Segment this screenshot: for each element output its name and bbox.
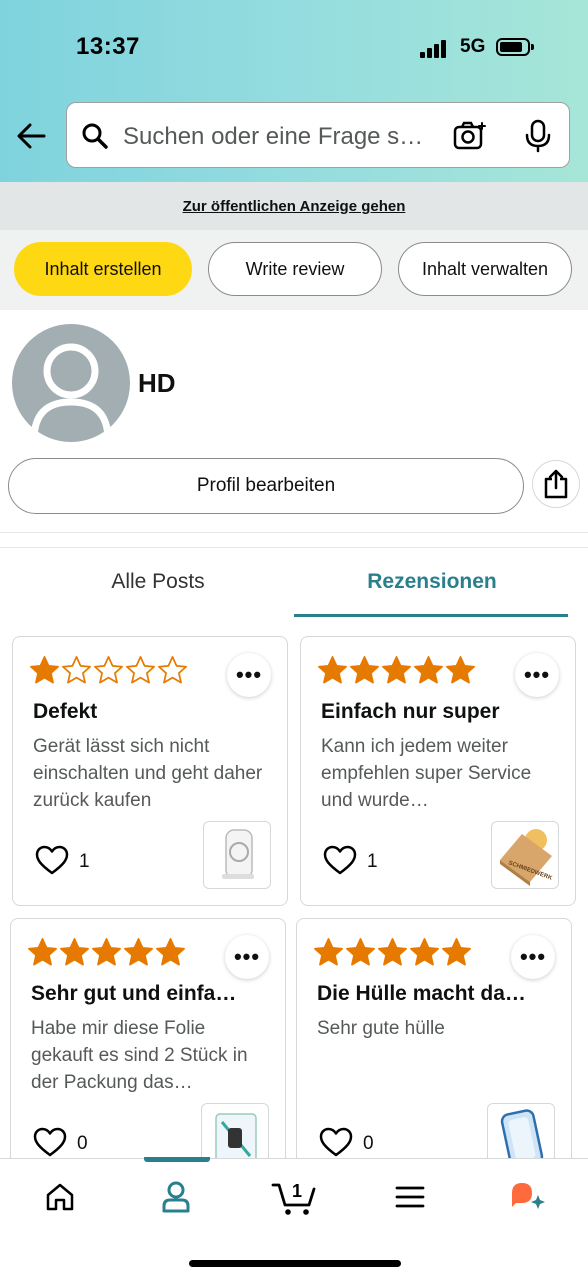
battery-icon [496,38,534,56]
avatar[interactable] [12,324,130,442]
star-filled-icon [30,656,59,684]
review-card[interactable]: ••• Die Hülle macht da… Sehr gute hülle … [296,918,572,1188]
edit-profile-button[interactable]: Profil bearbeiten [8,458,524,514]
star-empty-icon [62,656,91,684]
cart-icon: 1 [271,1181,316,1215]
like-count: 1 [79,851,90,872]
star-filled-icon [124,938,153,966]
profile-name: HD [138,368,176,398]
more-options-button[interactable]: ••• [511,935,555,979]
manage-content-button[interactable]: Inhalt verwalten [398,242,572,296]
star-filled-icon [60,938,89,966]
header: 13:37 5G Suchen oder eine Frage s… [0,0,588,182]
review-title: Die Hülle macht da… [317,982,526,1005]
heart-icon[interactable] [35,845,69,875]
tab-all-posts[interactable]: Alle Posts [0,570,316,594]
review-text: Kann ich jedem weiter empfehlen super Se… [321,736,532,811]
avatar-placeholder-icon [30,343,112,441]
public-view-bar: Zur öffentlichen Anzeige gehen [0,182,588,230]
star-empty-icon [158,656,187,684]
share-icon [544,469,568,499]
cart-count: 1 [292,1181,302,1201]
public-view-link[interactable]: Zur öffentlichen Anzeige gehen [0,198,588,215]
star-rating [317,655,476,687]
star-filled-icon [378,938,407,966]
home-indicator [189,1260,401,1267]
heart-icon[interactable] [319,1127,353,1157]
star-empty-icon [126,656,155,684]
star-filled-icon [410,938,439,966]
search-input[interactable]: Suchen oder eine Frage s… [123,123,443,151]
star-filled-icon [28,938,57,966]
tab-reviews[interactable]: Rezensionen [296,570,568,594]
review-card[interactable]: ••• Defekt Gerät lässt sich nicht einsch… [12,636,288,906]
star-filled-icon [156,938,185,966]
search-icon [82,123,108,149]
star-filled-icon [314,938,343,966]
star-filled-icon [414,656,443,684]
more-options-button[interactable]: ••• [227,653,271,697]
menu-icon [395,1186,425,1208]
profile-icon [162,1181,190,1213]
product-thumbnail[interactable] [203,821,271,889]
more-options-button[interactable]: ••• [515,653,559,697]
review-text: Sehr gute hülle [317,1018,445,1039]
review-title: Einfach nur super [321,700,500,723]
heart-icon[interactable] [323,845,357,875]
star-filled-icon [92,938,121,966]
star-filled-icon [382,656,411,684]
share-button[interactable] [532,460,580,508]
review-text: Gerät lässt sich nicht einschalten und g… [33,736,263,811]
active-tab-indicator [294,614,568,617]
review-title: Sehr gut und einfa… [31,982,237,1005]
nav-profile[interactable] [152,1173,200,1221]
nav-cart[interactable]: 1 [268,1173,320,1221]
status-time: 13:37 [76,33,140,60]
star-filled-icon [346,938,375,966]
review-card[interactable]: ••• Einfach nur super Kann ich jedem wei… [300,636,576,906]
star-empty-icon [94,656,123,684]
home-icon [46,1183,74,1211]
review-text: Habe mir diese Folie gekauft es sind 2 S… [31,1018,248,1093]
back-arrow-icon[interactable] [14,118,50,154]
star-filled-icon [318,656,347,684]
signal-icon [420,38,452,58]
review-card[interactable]: ••• Sehr gut und einfa… Habe mir diese F… [10,918,286,1188]
active-nav-indicator [144,1157,210,1162]
review-title: Defekt [33,700,98,723]
star-rating [313,937,472,969]
more-options-button[interactable]: ••• [225,935,269,979]
star-filled-icon [442,938,471,966]
rufus-icon [512,1183,545,1209]
section-divider [0,532,588,548]
search-bar[interactable]: Suchen oder eine Frage s… [66,102,570,168]
action-bar: Inhalt erstellen Write review Inhalt ver… [0,230,588,310]
nav-home[interactable] [36,1173,84,1221]
heart-icon[interactable] [33,1127,67,1157]
like-count: 0 [363,1133,374,1154]
network-label: 5G [460,36,486,57]
star-filled-icon [446,656,475,684]
microphone-icon[interactable] [523,119,553,153]
create-content-button[interactable]: Inhalt erstellen [14,242,192,296]
like-count: 0 [77,1133,88,1154]
star-rating [27,937,186,969]
star-rating [29,655,188,687]
star-filled-icon [350,656,379,684]
like-count: 1 [367,851,378,872]
nav-menu[interactable] [386,1173,434,1221]
write-review-button[interactable]: Write review [208,242,382,296]
product-thumbnail[interactable]: SCHMIEDWERK [491,821,559,889]
nav-rufus[interactable] [504,1173,552,1221]
camera-search-icon[interactable] [453,121,487,151]
